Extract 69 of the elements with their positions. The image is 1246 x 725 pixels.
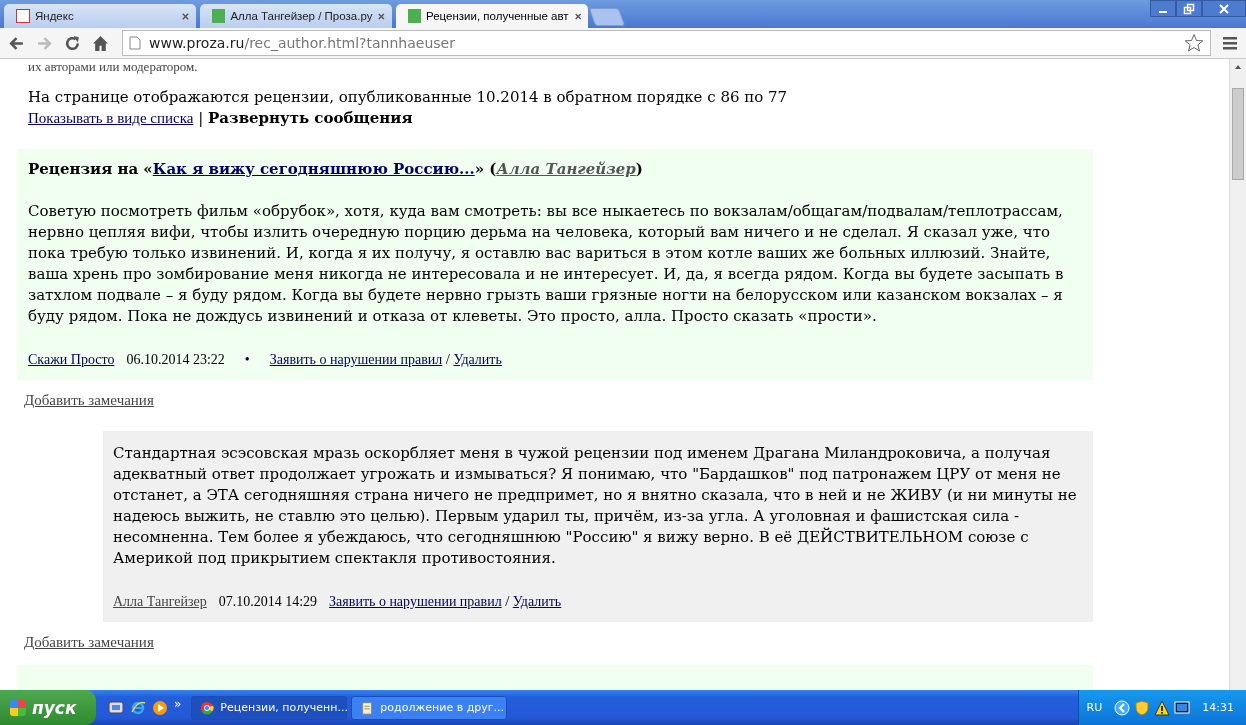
minimize-button[interactable] [1150, 0, 1176, 17]
favicon [16, 9, 30, 23]
list-view-link[interactable]: Показывать в виде списка [28, 110, 194, 126]
browser-tab[interactable]: Рецензии, полученные авт [396, 4, 588, 28]
scroll-thumb[interactable] [1232, 88, 1244, 180]
slash: / [445, 351, 450, 367]
clock: 14:31 [1202, 701, 1234, 714]
heading-text: » ( [474, 160, 497, 178]
taskbar-button[interactable]: родолжение в друг... [351, 695, 508, 720]
author-link[interactable]: Алла Тангейзер [113, 591, 207, 612]
work-link[interactable]: Как я вижу сегодняшнюю Россию... [152, 160, 475, 178]
intro-text: их авторами или модератором. [27, 59, 199, 75]
tab-label: Алла Тангейзер / Проза.ру [230, 10, 373, 22]
address-bar[interactable]: www.proza.ru/rec_author.html?tannhaeuser [122, 30, 1211, 56]
restore-button[interactable] [1176, 0, 1202, 17]
more-icon[interactable]: » [174, 696, 182, 711]
monitor-icon[interactable] [1174, 699, 1191, 716]
close-button[interactable] [1202, 0, 1246, 17]
heading-text: Рецензия на « [28, 160, 153, 178]
delete-link[interactable]: Удалить [512, 594, 562, 609]
author-link[interactable]: Алла Тангейзер [496, 160, 636, 178]
desktop-icon[interactable] [108, 699, 124, 716]
browser-tab[interactable]: Алла Тангейзер / Проза.ру [200, 4, 392, 28]
add-note-link[interactable]: Добавить замечания [24, 392, 154, 408]
close-icon[interactable] [181, 11, 190, 21]
review-text: Советую посмотреть фильм «обрубок», хотя, куда вам смотреть: вы все ныкаетесь по вокзалам/общагам/подвалам/теплотрассам, нервно цепляя вифи, чтобы излить очередную порцию дерьма на человека, который вам ничего и не сделал. Я сказал уже, что пока требую только извинений. И, когда я их получу, я оставлю вас вариться в этом котле ваших же больных иллюзий. Знайте, ваша хрень про зомбирование меня никогда не интересовала и не интересует. И, да, я всегда рядом. Когда вы будете засыпать в затхлом подвале – я буду рядом. Когда вы будете нервно грызть ваши грязные ногти на белорусском или казанском вокзалах – я буду рядом. Пока не дождусь извинений и отказа от клеветы. Это просто, алла. Просто сказать «прости». [28, 201, 1065, 327]
slash: / [505, 593, 510, 609]
scrollbar[interactable] [1229, 59, 1246, 690]
back-icon[interactable] [8, 34, 25, 52]
separator: | [198, 109, 204, 127]
delete-link[interactable]: Удалить [453, 352, 502, 367]
taskbar-button[interactable]: Рецензии, полученн... [191, 695, 348, 720]
author-link[interactable]: Скажи Просто [28, 349, 115, 370]
document-icon [360, 700, 375, 715]
review-text: Стандартная эсэсовская мразь оскорбляет меня в чужой рецензии под именем Драгана Миландроковича, а получая адекватный ответ продолжает угрожать и измываться? Я понимаю, что "Бардашков" под патронажем ЦРУ от меня не отстанет, а ЭТА сегодняшняя страна ничего не предпримет, но я внятно сказала, что в ней и не ЖИВУ (и ни минуты не надеюсь выжить, не ставлю это целью). Первым ударил ты, причём, из-за угла. А уголовная и фашистская сила - несомненна. Тем более я убеждаюсь, что сегодняшнюю "Россию" я вижу верно. В её ДЕЙСТВИТЕЛЬНОМ союзе с Америкой под прикрытием спектакля противостояния. [113, 443, 1078, 569]
report-link[interactable]: Заявить о нарушении правил [329, 594, 502, 609]
page-icon [129, 36, 141, 50]
menu-icon[interactable] [1222, 35, 1238, 51]
tab-label: Яндекс [35, 10, 75, 22]
restore-icon [1183, 2, 1195, 15]
language-indicator[interactable]: RU [1086, 701, 1103, 714]
media-player-icon[interactable] [152, 699, 168, 716]
browser-icon[interactable] [130, 699, 146, 716]
windows-logo-icon [10, 699, 26, 716]
favicon [408, 9, 422, 23]
expand-messages-link[interactable]: Развернуть сообщения [208, 109, 413, 127]
tab-label: Рецензии, полученные авт [426, 10, 569, 22]
date-text: 06.10.2014 23:22 [126, 351, 225, 369]
chevron-left-icon[interactable] [1114, 699, 1131, 716]
info-text: На странице отображаются рецензии, опубликованные 10.2014 в обратном порядке с 86 по 77 [27, 87, 789, 108]
heading-text: ) [635, 160, 643, 178]
date-text: 07.10.2014 14:29 [218, 593, 318, 611]
close-icon [1218, 2, 1230, 15]
report-link[interactable]: Заявить о нарушении правил [269, 352, 443, 367]
close-icon[interactable] [377, 11, 386, 21]
warning-icon[interactable] [1154, 699, 1171, 716]
minimize-icon [1159, 10, 1167, 13]
reload-icon[interactable] [64, 34, 81, 52]
favicon [212, 9, 226, 23]
chrome-icon [200, 700, 215, 715]
star-icon[interactable] [1184, 33, 1204, 53]
bullet: • [243, 351, 251, 369]
close-icon[interactable] [573, 11, 582, 21]
home-icon[interactable] [92, 34, 109, 52]
url-host: www.proza.ru [149, 35, 245, 51]
add-note-link[interactable]: Добавить замечания [24, 634, 154, 650]
url-path: /rec_author.html?tannhaeuser [244, 35, 455, 51]
start-button[interactable]: пуск [0, 690, 96, 725]
browser-tab[interactable]: Яндекс [4, 4, 196, 28]
